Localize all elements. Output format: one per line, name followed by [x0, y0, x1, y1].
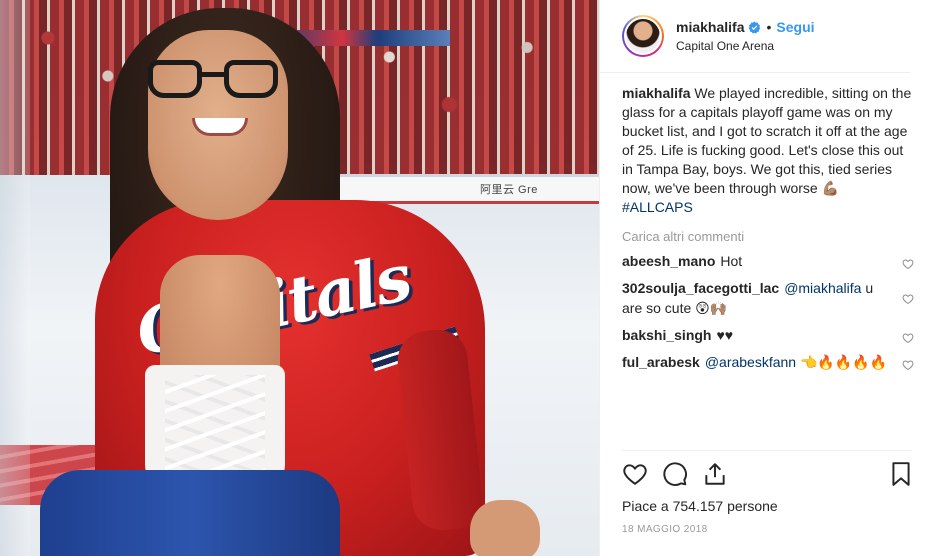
blue-jeans [40, 470, 340, 556]
verified-badge-icon [748, 21, 761, 34]
separator-dot: • [766, 19, 772, 35]
comment-mention[interactable]: @arabeskfann [705, 354, 796, 370]
author-username[interactable]: miakhalifa [676, 19, 744, 35]
person-hand [470, 500, 540, 556]
comment-username[interactable]: ful_arabesk [622, 354, 700, 370]
post-sidebar: miakhalifa • Segui Capital One Arena mia… [599, 0, 934, 556]
comment-item: abeesh_mano Hot [622, 251, 914, 271]
caption-hashtag[interactable]: #ALLCAPS [622, 198, 912, 217]
post-date[interactable]: 18 MAGGIO 2018 [622, 524, 708, 535]
comment-item: bakshi_singh ♥♥ [622, 325, 914, 345]
heart-outline-icon[interactable] [622, 461, 648, 487]
likes-count[interactable]: Piace a 754.157 persone [622, 498, 778, 514]
header-text: miakhalifa • Segui Capital One Arena [676, 19, 815, 53]
comment-like-icon[interactable] [902, 290, 914, 305]
eyeglasses [148, 60, 280, 100]
share-arrow-icon[interactable] [702, 461, 728, 487]
load-more-comments-button[interactable]: Carica altri commenti [622, 229, 912, 244]
bookmark-icon[interactable] [888, 461, 914, 487]
comment-username[interactable]: bakshi_singh [622, 327, 711, 343]
comment-text: 👈🔥🔥🔥🔥 [800, 354, 888, 370]
comment-text: Hot [720, 253, 743, 269]
comment-like-icon[interactable] [902, 255, 914, 270]
post-location[interactable]: Capital One Arena [676, 39, 815, 53]
instagram-post: 阿里云 Gre Capitals miakhalifa [0, 0, 934, 556]
avatar-image [624, 17, 662, 55]
post-caption: miakhalifa We played incredible, sitting… [622, 84, 912, 217]
post-header: miakhalifa • Segui Capital One Arena [600, 0, 910, 73]
speech-bubble-icon[interactable] [662, 461, 688, 487]
glass-post [0, 0, 30, 556]
post-photo[interactable]: 阿里云 Gre Capitals [0, 0, 599, 556]
comment-item: ful_arabesk @arabeskfann 👈🔥🔥🔥🔥 [622, 352, 914, 372]
rink-boards-ad: 阿里云 Gre [480, 184, 538, 196]
comment-like-icon[interactable] [902, 356, 914, 371]
comments-section: miakhalifa We played incredible, sitting… [622, 84, 914, 372]
post-actions [622, 461, 912, 491]
actions-divider [622, 450, 912, 451]
comment-username[interactable]: abeesh_mano [622, 253, 715, 269]
caption-username[interactable]: miakhalifa [622, 85, 690, 101]
comment-username[interactable]: 302soulja_facegotti_lac [622, 280, 779, 296]
follow-button[interactable]: Segui [776, 19, 814, 35]
comment-text: ♥♥ [716, 327, 734, 343]
comment-like-icon[interactable] [902, 329, 914, 344]
comment-item: 302soulja_facegotti_lac @miakhalifa u are… [622, 278, 914, 318]
comment-mention[interactable]: @miakhalifa [784, 280, 861, 296]
caption-text: We played incredible, sitting on the gla… [622, 85, 912, 196]
author-avatar[interactable] [622, 15, 664, 57]
